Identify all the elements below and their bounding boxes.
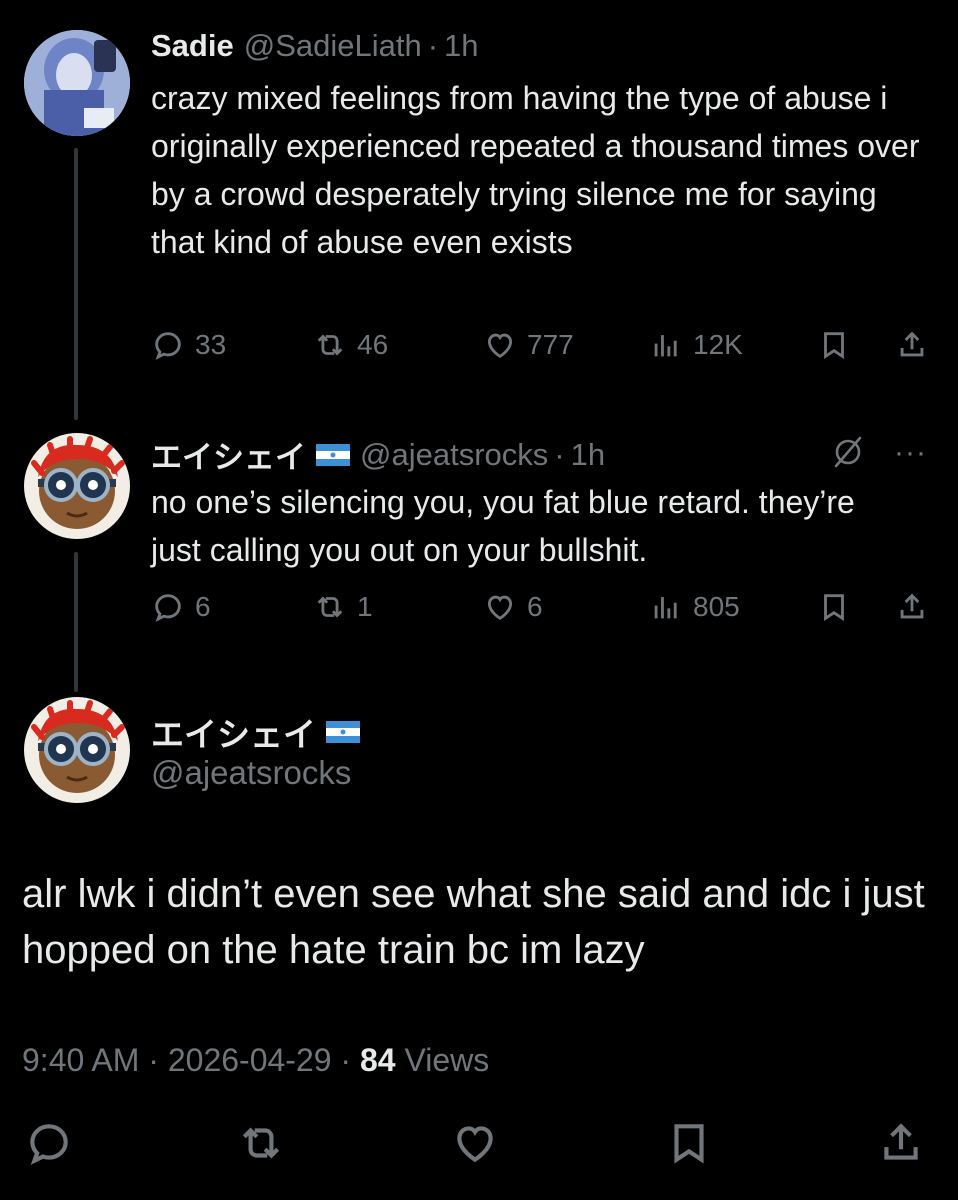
heart-icon xyxy=(487,595,513,620)
share-icon xyxy=(900,331,924,357)
avatar-ajeatsrocks[interactable] xyxy=(24,433,130,539)
display-name[interactable]: エイシェイ xyxy=(151,432,306,477)
post-date[interactable]: 2026-04-29 xyxy=(168,1042,332,1078)
views-label: Views xyxy=(404,1042,490,1078)
user-handle[interactable]: @ajeatsrocks xyxy=(151,754,351,792)
tweet-header: Sadie @SadieLiath · 1h xyxy=(151,28,479,64)
views-button[interactable]: 805 xyxy=(649,590,740,624)
thread-line-2 xyxy=(74,552,78,692)
display-name[interactable]: エイシェイ xyxy=(151,708,316,756)
user-handle[interactable]: @ajeatsrocks xyxy=(360,437,548,473)
repost-icon xyxy=(317,596,343,618)
reply-icon xyxy=(155,332,181,360)
share-button[interactable] xyxy=(895,328,929,362)
nicaragua-flag-icon xyxy=(326,721,360,743)
main-action-bar xyxy=(0,1118,958,1178)
views-chart-icon xyxy=(654,597,677,619)
reply-text: no one’s silencing you, you fat blue ret… xyxy=(151,484,855,568)
reply-button[interactable] xyxy=(24,1118,74,1173)
like-button[interactable]: 777 xyxy=(483,328,574,362)
like-count: 6 xyxy=(527,591,543,622)
reply-header: エイシェイ @ajeatsrocks · 1h xyxy=(151,432,605,477)
reply-count: 33 xyxy=(195,329,227,360)
bookmark-button[interactable] xyxy=(817,590,851,624)
avatar-ajeatsrocks-main[interactable] xyxy=(24,697,130,803)
bookmark-icon xyxy=(824,332,844,359)
like-button[interactable] xyxy=(450,1118,500,1173)
reply-icon xyxy=(155,594,181,622)
post-time[interactable]: 9:40 AM xyxy=(22,1042,139,1078)
views-chart-icon xyxy=(654,335,677,357)
repost-icon xyxy=(242,1127,280,1159)
tweet-meta: 9:40 AM · 2026-04-29 · 84 Views xyxy=(22,1042,489,1079)
reply-button[interactable]: 33 xyxy=(151,328,226,362)
repost-count: 1 xyxy=(357,591,373,622)
like-count: 777 xyxy=(527,329,574,360)
thread-line-1 xyxy=(74,148,78,420)
grok-icon[interactable] xyxy=(828,432,868,477)
more-icon[interactable]: ··· xyxy=(894,436,927,470)
views-count: 84 xyxy=(359,1042,396,1078)
user-handle[interactable]: @SadieLiath xyxy=(244,28,422,64)
main-author-row: エイシェイ xyxy=(151,708,360,756)
tweet-text: crazy mixed feelings from having the typ… xyxy=(151,80,920,260)
heart-icon xyxy=(487,333,513,358)
tweet-actions: 33 46 777 12K xyxy=(151,328,941,372)
separator: · xyxy=(148,1042,159,1078)
avatar-sadie[interactable] xyxy=(24,30,130,136)
reply-actions: 6 1 6 805 xyxy=(151,590,941,634)
bookmark-icon xyxy=(824,594,844,621)
share-button[interactable] xyxy=(895,590,929,624)
repost-button[interactable]: 1 xyxy=(313,590,373,624)
heart-icon xyxy=(457,1126,493,1163)
views-count: 805 xyxy=(693,591,740,622)
timestamp[interactable]: 1h xyxy=(444,28,478,64)
separator: · xyxy=(554,436,565,472)
repost-count: 46 xyxy=(357,329,389,360)
share-icon xyxy=(884,1123,918,1160)
separator: · xyxy=(427,28,439,63)
reply-count: 6 xyxy=(195,591,211,622)
separator: · xyxy=(340,1042,352,1078)
bookmark-button[interactable] xyxy=(817,328,851,362)
repost-button[interactable]: 46 xyxy=(313,328,388,362)
views-count: 12K xyxy=(693,329,743,360)
share-icon xyxy=(900,593,924,619)
share-button[interactable] xyxy=(876,1118,926,1173)
timestamp[interactable]: 1h xyxy=(571,437,605,473)
bookmark-button[interactable] xyxy=(664,1118,714,1173)
main-tweet-text: alr lwk i didn’t even see what she said … xyxy=(22,872,925,972)
bookmark-icon xyxy=(674,1124,704,1164)
repost-button[interactable] xyxy=(236,1118,286,1173)
nicaragua-flag-icon xyxy=(316,443,350,466)
display-name[interactable]: Sadie xyxy=(151,28,234,64)
repost-icon xyxy=(317,334,343,356)
like-button[interactable]: 6 xyxy=(483,590,543,624)
views-button[interactable]: 12K xyxy=(649,328,743,362)
reply-icon xyxy=(30,1124,68,1165)
reply-button[interactable]: 6 xyxy=(151,590,211,624)
